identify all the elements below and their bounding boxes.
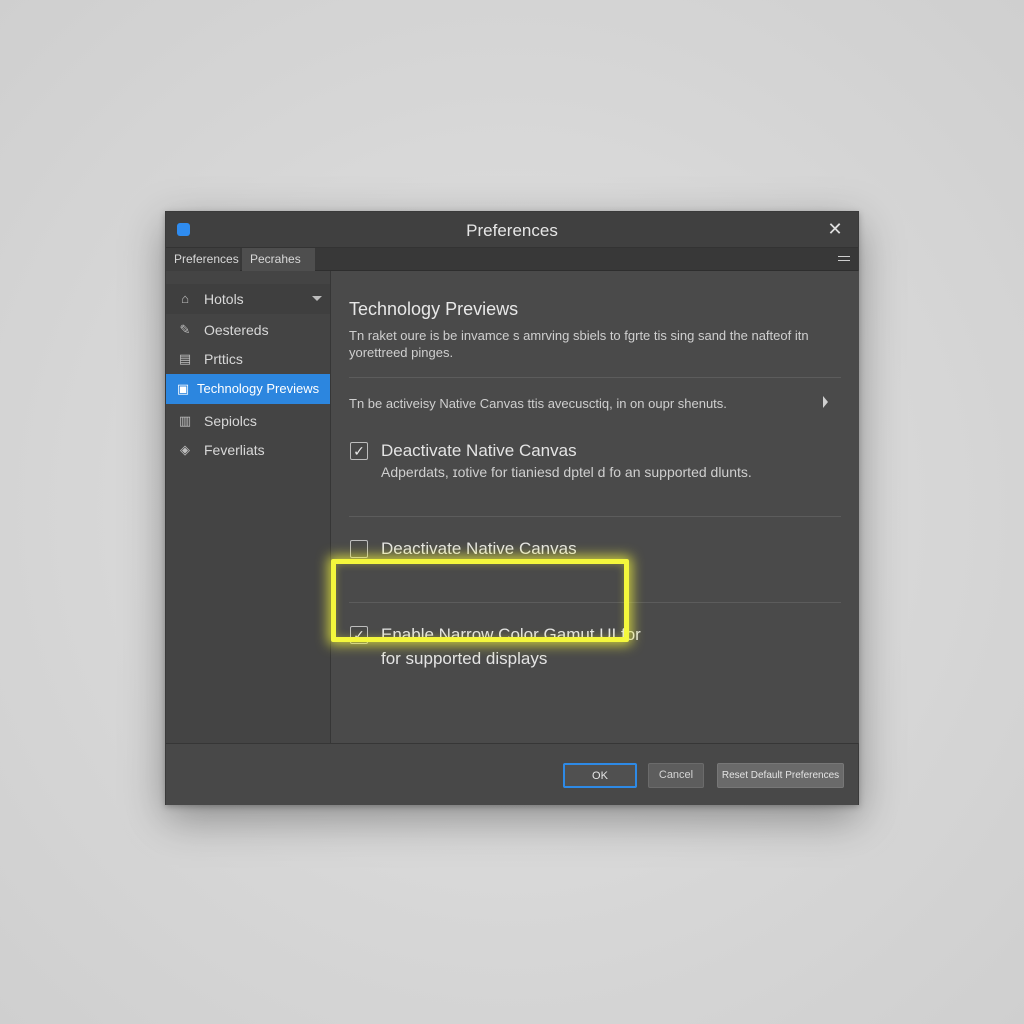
sidebar-item-label: Oestereds (204, 322, 269, 338)
divider (349, 516, 841, 517)
sidebar-item-hotols[interactable]: ⌂ Hotols (166, 284, 330, 314)
chevron-down-icon (312, 296, 322, 301)
option-label: Deactivate Native Canvas (381, 539, 577, 558)
sidebar-item-label: Hotols (204, 291, 244, 307)
title-bar: Preferences ✕ (166, 212, 858, 248)
file-icon: ▥ (178, 413, 192, 428)
preferences-dialog: Preferences ✕ Preferences Pecrahes ⌂ Hot… (165, 211, 859, 805)
panel-menu-icon[interactable] (838, 253, 850, 265)
tab-bar: Preferences Pecrahes (166, 248, 858, 271)
section-note: Tn be activeisy Native Canvas ttis avecu… (349, 396, 727, 411)
doc-icon: ▤ (178, 351, 192, 366)
option-label-line2: for supported displays (381, 649, 548, 668)
content-panel: Technology Previews Tn raket oure is be … (332, 271, 859, 743)
option-label: Enable Narrow Color Gamut UI for (381, 625, 641, 644)
shield-icon: ◈ (180, 442, 190, 457)
dialog-footer: OK Cancel Reset Default Preferences (166, 743, 858, 805)
sidebar-item-technology-previews[interactable]: ▣ Technology Previews (166, 374, 330, 404)
sidebar-item-oestereds[interactable]: ✎ Oestereds (166, 315, 330, 345)
reset-default-preferences-button[interactable]: Reset Default Preferences (717, 763, 844, 788)
close-icon[interactable]: ✕ (824, 218, 846, 240)
section-description: Tn raket oure is be invamce s amrving sb… (349, 328, 809, 360)
checkbox[interactable]: ✓ (350, 626, 368, 644)
dialog-title: Preferences (466, 221, 558, 240)
sidebar-item-sepiolcs[interactable]: ▥ Sepiolcs (166, 406, 330, 436)
cancel-button[interactable]: Cancel (648, 763, 704, 788)
sidebar-item-prttics[interactable]: ▤ Prttics (166, 344, 330, 374)
sidebar-item-feverliats[interactable]: ◈ Feverliats (166, 435, 330, 465)
sidebar: ⌂ Hotols ✎ Oestereds ▤ Prttics ▣ Technol… (166, 271, 331, 743)
checkbox[interactable]: ✓ (350, 442, 368, 460)
sidebar-item-label: Feverliats (204, 442, 265, 458)
brush-icon: ✎ (179, 322, 191, 337)
option-label: Deactivate Native Canvas (381, 441, 577, 460)
cursor-icon (823, 396, 828, 408)
sidebar-item-label: Technology Previews (197, 381, 320, 396)
option-description: Adperdats, ɪotive for tianiesd dptel d f… (381, 464, 752, 480)
checkbox[interactable] (350, 540, 368, 558)
monitor-icon: ▣ (176, 381, 190, 396)
sidebar-item-label: Sepiolcs (204, 413, 257, 429)
tab-secondary[interactable]: Pecrahes (242, 248, 315, 271)
tab-preferences[interactable]: Preferences (166, 248, 240, 271)
ok-button[interactable]: OK (563, 763, 637, 788)
page-title: Technology Previews (349, 299, 519, 319)
divider (349, 602, 841, 603)
sidebar-item-label: Prttics (204, 351, 243, 367)
home-icon: ⌂ (181, 291, 189, 306)
divider (349, 377, 841, 378)
